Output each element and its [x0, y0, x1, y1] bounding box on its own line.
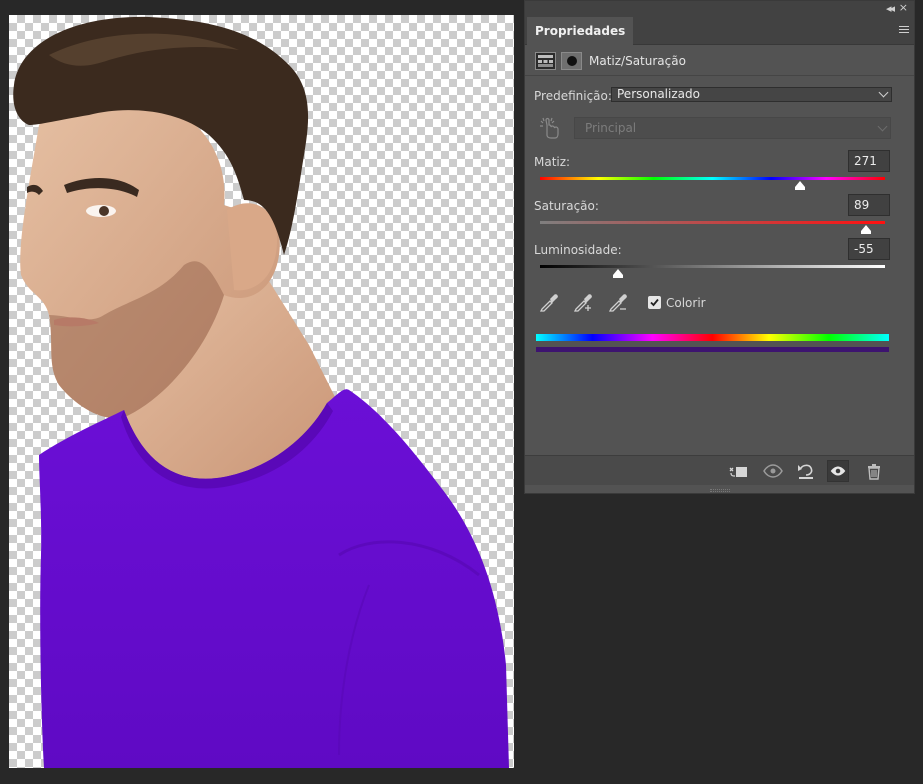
input-hue-bar	[536, 334, 889, 341]
panel-menu-icon[interactable]	[899, 26, 909, 35]
preset-select[interactable]: Personalizado	[611, 87, 892, 102]
colorize-checkbox[interactable]	[648, 296, 661, 309]
lightness-label: Luminosidade:	[534, 243, 622, 257]
channel-value: Principal	[585, 121, 637, 135]
hue-label: Matiz:	[534, 155, 571, 169]
adjustment-header: Matiz/Saturação	[525, 46, 914, 76]
channel-select[interactable]: Principal	[574, 117, 891, 139]
reset-icon[interactable]	[795, 460, 817, 482]
eyedropper-add-icon[interactable]	[572, 291, 594, 313]
lightness-slider-track[interactable]	[540, 265, 885, 268]
mask-icon[interactable]	[561, 52, 582, 70]
colorize-label: Colorir	[666, 296, 706, 310]
collapse-icon[interactable]: ◂◂	[886, 2, 895, 15]
panel-resize-grip[interactable]	[710, 489, 730, 492]
view-previous-icon[interactable]	[762, 460, 784, 482]
panel-title-bar: ◂◂ ×	[525, 1, 914, 17]
lightness-slider-handle[interactable]	[612, 269, 623, 278]
trash-icon[interactable]	[863, 460, 885, 482]
portrait-image	[13, 16, 509, 768]
tab-properties[interactable]: Propriedades	[527, 17, 634, 45]
adjustment-layer-icon[interactable]	[535, 52, 556, 70]
hue-slider-track[interactable]	[540, 177, 885, 180]
clip-to-layer-icon[interactable]	[727, 460, 749, 482]
document-canvas[interactable]	[9, 15, 514, 768]
output-hue-bar	[536, 347, 889, 352]
lightness-input[interactable]: -55	[848, 238, 890, 260]
adjustment-title: Matiz/Saturação	[589, 54, 686, 68]
eyedropper-icon[interactable]	[538, 291, 560, 313]
panel-bottom-toolbar	[525, 455, 914, 485]
visibility-icon[interactable]	[827, 460, 849, 482]
hue-slider-handle[interactable]	[794, 181, 805, 190]
close-icon[interactable]: ×	[899, 1, 908, 14]
eyedropper-subtract-icon[interactable]	[607, 291, 629, 313]
saturation-slider-handle[interactable]	[861, 225, 872, 234]
hue-input[interactable]: 271	[848, 150, 890, 172]
saturation-label: Saturação:	[534, 199, 599, 213]
saturation-input[interactable]: 89	[848, 194, 890, 216]
panel-tab-row: Propriedades	[525, 17, 914, 45]
chevron-down-icon	[877, 121, 888, 132]
preset-label: Predefinição:	[534, 89, 612, 103]
checkmark-icon	[650, 298, 659, 307]
properties-panel: ◂◂ × Propriedades Matiz/Saturação Predef…	[524, 0, 915, 494]
chevron-down-icon	[878, 87, 889, 98]
preset-value: Personalizado	[617, 87, 700, 101]
saturation-slider-track[interactable]	[540, 221, 885, 224]
targeted-adjustment-icon[interactable]	[539, 117, 561, 139]
